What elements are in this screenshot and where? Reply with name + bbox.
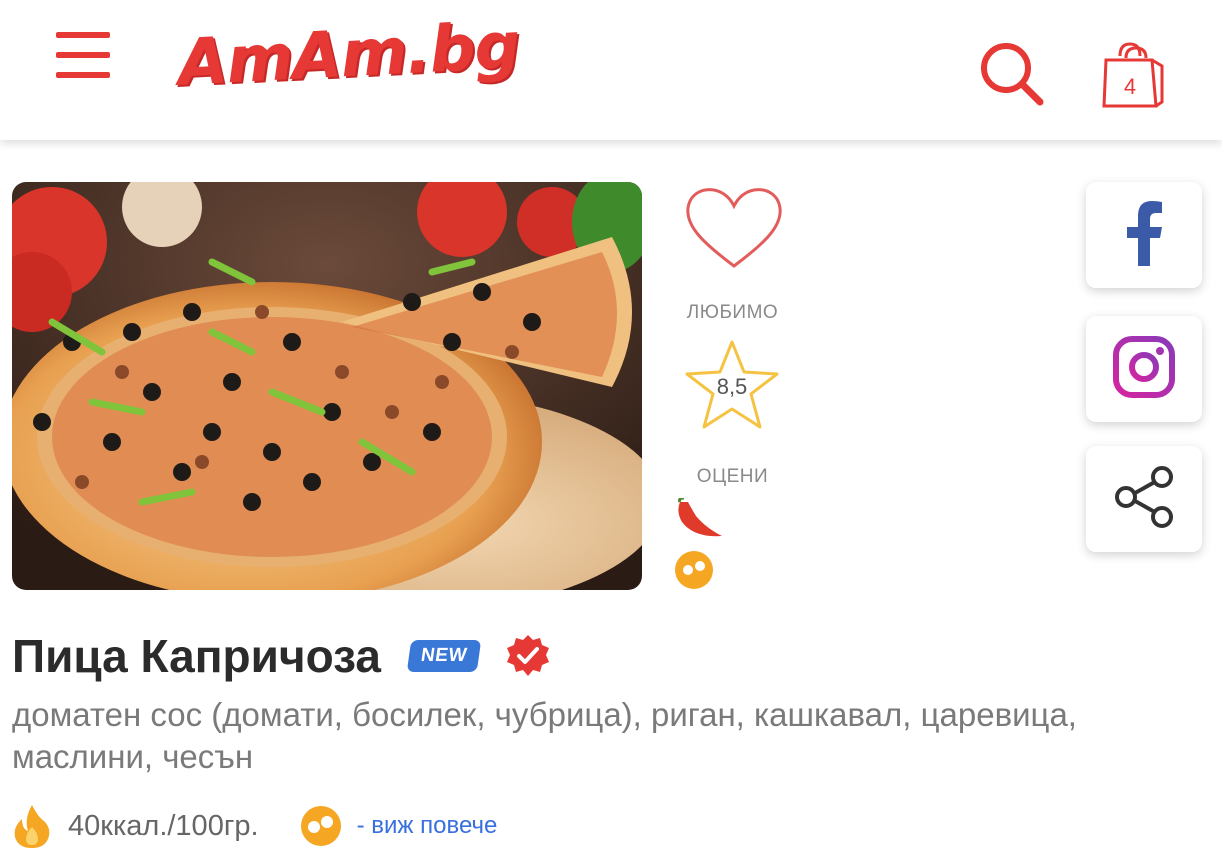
facebook-icon xyxy=(1124,200,1164,271)
new-badge: NEW xyxy=(406,640,482,672)
product-title-row: Пица Капричоза NEW xyxy=(12,626,551,686)
facebook-button[interactable] xyxy=(1086,182,1202,288)
favorite-heart-icon[interactable] xyxy=(682,184,786,274)
product-description: доматен сос (домати, босилек, чубрица), … xyxy=(12,696,1077,775)
rate-label: ОЦЕНИ xyxy=(696,466,769,487)
pizza-photo xyxy=(12,182,642,590)
rating-value: 8,5 xyxy=(716,374,748,399)
orange-dots-icon xyxy=(672,550,718,590)
hamburger-icon[interactable] xyxy=(56,32,112,80)
calories-row: 40ккал./100гр. - виж повече xyxy=(12,800,497,852)
instagram-icon xyxy=(1112,335,1176,404)
favorite-label: ЛЮБИМО xyxy=(686,302,779,323)
chili-pepper-icon xyxy=(672,496,726,542)
verified-check-icon xyxy=(505,633,551,679)
calories-value: 40ккал./100гр. xyxy=(68,809,259,842)
site-logo[interactable]: AmAm.bg xyxy=(176,9,521,101)
orange-dots-icon xyxy=(299,805,343,847)
shopping-bag-icon[interactable]: 4 xyxy=(1100,40,1170,112)
share-button[interactable] xyxy=(1086,446,1202,552)
product-title: Пица Капричоза xyxy=(12,630,381,682)
see-more-link[interactable]: - виж повече xyxy=(357,812,498,840)
top-header: AmAm.bg 4 xyxy=(0,0,1222,140)
rating-star-icon[interactable]: 8,5 xyxy=(682,338,782,432)
instagram-button[interactable] xyxy=(1086,316,1202,422)
search-icon[interactable] xyxy=(978,40,1048,106)
cart-count-badge: 4 xyxy=(1123,74,1137,99)
flame-icon xyxy=(12,803,52,849)
share-icon xyxy=(1112,465,1176,534)
